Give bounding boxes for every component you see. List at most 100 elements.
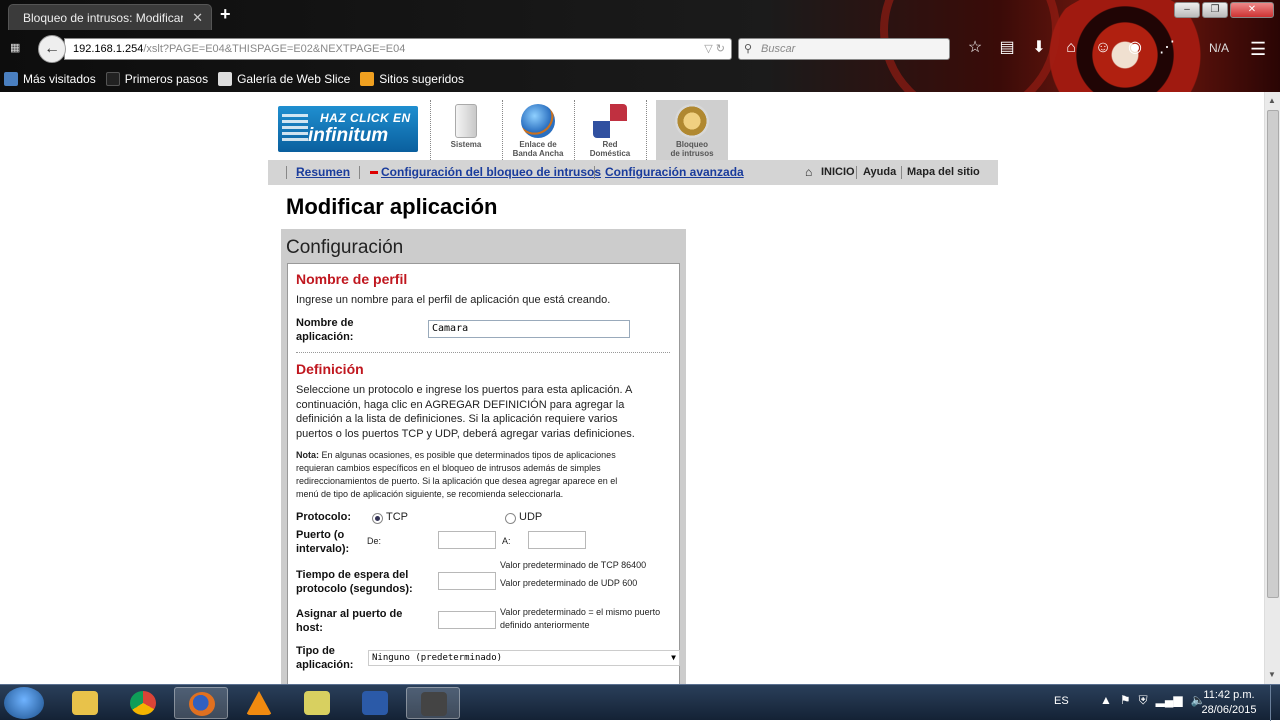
url-path: /xslt?PAGE=E04&THISPAGE=E02&NEXTPAGE=E04 xyxy=(143,43,406,55)
globe-icon xyxy=(521,104,555,138)
link-resumen[interactable]: Resumen xyxy=(296,160,350,185)
na-label: N/A xyxy=(1209,41,1230,55)
back-button[interactable]: ← xyxy=(38,35,66,63)
security-icon[interactable]: ⛨ xyxy=(1139,693,1148,708)
minimize-button[interactable]: ‒ xyxy=(1174,2,1200,18)
app-type-select[interactable]: Ninguno (predeterminado) ▼ xyxy=(368,650,680,666)
nav-tile-red[interactable]: Red Doméstica xyxy=(574,100,646,160)
divider xyxy=(594,166,595,179)
bookmark-label: Sitios sugeridos xyxy=(379,72,464,86)
infinitum-logo[interactable]: HAZ CLICK EN infinitum xyxy=(278,106,418,152)
vertical-scrollbar[interactable]: ▲ ▼ xyxy=(1264,92,1280,684)
sub-navigation: Resumen Configuración del bloqueo de int… xyxy=(268,160,998,185)
suggested-sites-icon xyxy=(360,72,375,86)
protocol-label: Protocolo: xyxy=(296,511,351,523)
timeout-label-line: Tiempo de espera del xyxy=(296,569,409,581)
search-placeholder: Buscar xyxy=(761,43,796,55)
nav-tile-label: de intrusos xyxy=(670,149,714,158)
host-port-label-line: host: xyxy=(296,622,323,634)
reading-list-icon[interactable]: ▤ xyxy=(994,37,1020,59)
port-from-input[interactable] xyxy=(438,531,496,549)
show-desktop-button[interactable] xyxy=(1270,685,1280,721)
link-configuracion-avanzada[interactable]: Configuración avanzada xyxy=(605,160,744,185)
port-label: Puerto (o intervalo): xyxy=(296,528,349,556)
network-graph-icon[interactable]: ⋰ xyxy=(1154,37,1180,59)
start-button[interactable] xyxy=(4,687,44,719)
page-content: HAZ CLICK EN infinitum Sistema Enlace de… xyxy=(0,92,1264,684)
smiley-icon[interactable]: ☺ xyxy=(1090,37,1116,59)
apps-grid-icon[interactable]: ▦ xyxy=(10,41,22,54)
timeout-input[interactable] xyxy=(438,572,496,590)
link-mapa-sitio[interactable]: Mapa del sitio xyxy=(907,160,980,185)
scroll-up-icon[interactable]: ▲ xyxy=(1268,96,1276,105)
taskbar-explorer[interactable] xyxy=(58,687,112,719)
link-inicio[interactable]: INICIO xyxy=(821,160,855,185)
scroll-down-icon[interactable]: ▼ xyxy=(1268,670,1276,679)
home-icon[interactable]: ⌂ xyxy=(1058,37,1084,59)
bookmark-mas-visitados[interactable]: Más visitados xyxy=(4,68,96,90)
timeout-hint-tcp: Valor predeterminado de TCP 86400 xyxy=(500,560,647,570)
timeout-hint-udp: Valor predeterminado de UDP 600 xyxy=(500,578,638,588)
app-type-label: Tipo de aplicación: xyxy=(296,644,353,672)
download-icon[interactable]: ⬇ xyxy=(1026,37,1052,59)
bookmark-primeros-pasos[interactable]: Primeros pasos xyxy=(105,68,209,90)
divider xyxy=(286,166,287,179)
timeout-label-line: protocolo (segundos): xyxy=(296,583,413,595)
port-to-input[interactable] xyxy=(528,531,586,549)
clock-time: 11:42 p.m. xyxy=(1203,689,1255,701)
port-label-line: Puerto (o xyxy=(296,529,345,541)
maximize-button[interactable]: ❐ xyxy=(1202,2,1228,18)
nav-tile-bloqueo[interactable]: Bloqueo de intrusos xyxy=(656,100,728,160)
language-indicator[interactable]: ES xyxy=(1054,695,1069,707)
config-panel: Configuración Nombre de perfil Ingrese u… xyxy=(281,229,686,684)
bookmark-galeria-web-slice[interactable]: Galería de Web Slice xyxy=(218,68,350,90)
addon-icon[interactable]: ◉ xyxy=(1122,37,1148,59)
taskbar-vlc[interactable] xyxy=(232,687,286,719)
nav-tile-label: Doméstica xyxy=(589,149,631,158)
bookmark-sitios-sugeridos[interactable]: Sitios sugeridos xyxy=(360,68,464,90)
nav-tile-sistema[interactable]: Sistema xyxy=(430,100,502,160)
tab-close-icon[interactable]: ✕ xyxy=(192,5,203,31)
bookmark-label: Primeros pasos xyxy=(124,72,209,86)
browser-chrome: Bloqueo de intrusos: Modificar ... ✕ + ‒… xyxy=(0,0,1280,92)
system-clock[interactable]: 11:42 p.m. 28/06/2015 xyxy=(1196,688,1262,718)
timeout-hint: Valor predeterminado de TCP 86400 Valor … xyxy=(500,558,646,591)
radio-udp-label: UDP xyxy=(519,511,543,523)
url-bar[interactable]: 192.168.1.254/xslt?PAGE=E04&THISPAGE=E02… xyxy=(64,38,732,60)
flag-icon[interactable]: ⚑ xyxy=(1120,693,1131,708)
radio-tcp[interactable] xyxy=(372,513,383,524)
notes-folder-icon xyxy=(304,691,330,715)
home-icon[interactable]: ⌂ xyxy=(805,160,812,185)
menu-icon[interactable]: ☰ xyxy=(1250,39,1266,60)
link-configuracion-bloqueo[interactable]: Configuración del bloqueo de intrusos xyxy=(381,160,601,185)
host-port-input[interactable] xyxy=(438,611,496,629)
host-port-label-line: Asignar al puerto de xyxy=(296,608,403,620)
signal-icon[interactable]: ▂▄▆ xyxy=(1156,693,1183,708)
link-ayuda[interactable]: Ayuda xyxy=(863,160,896,185)
router-banner: HAZ CLICK EN infinitum Sistema Enlace de… xyxy=(270,98,740,160)
app-name-label-line: aplicación: xyxy=(296,331,354,343)
bookmark-icon xyxy=(4,72,18,86)
taskbar-chrome[interactable] xyxy=(116,687,170,719)
note-line: redireccionamientos de puerto. Si la apl… xyxy=(296,476,618,486)
app-name-input[interactable]: Camara xyxy=(428,320,630,338)
radio-udp[interactable] xyxy=(505,513,516,524)
new-tab-button[interactable]: + xyxy=(220,4,231,25)
search-input[interactable]: ⚲ Buscar xyxy=(738,38,950,60)
taskbar-firefox[interactable] xyxy=(174,687,228,719)
close-window-button[interactable]: ✕ xyxy=(1230,2,1274,18)
bookmark-icon xyxy=(105,72,120,86)
definicion-line: definición a la lista de definiciones. S… xyxy=(296,413,618,425)
browser-tab[interactable]: Bloqueo de intrusos: Modificar ... ✕ xyxy=(8,4,212,30)
tray-arrow-icon[interactable]: ▲ xyxy=(1100,693,1112,708)
windows-taskbar: ES ▲ ⚑ ⛨ ▂▄▆ 🔈 11:42 p.m. 28/06/2015 xyxy=(0,684,1280,721)
taskbar-media[interactable] xyxy=(406,687,460,719)
reload-icon[interactable]: ▽ ↻ xyxy=(704,39,725,59)
nav-tile-enlace[interactable]: Enlace de Banda Ancha xyxy=(502,100,574,160)
taskbar-notes[interactable] xyxy=(290,687,344,719)
bookmark-star-icon[interactable]: ☆ xyxy=(962,37,988,59)
vlc-icon xyxy=(246,691,272,715)
word-icon xyxy=(362,691,388,715)
taskbar-word[interactable] xyxy=(348,687,402,719)
scroll-thumb[interactable] xyxy=(1267,110,1279,598)
